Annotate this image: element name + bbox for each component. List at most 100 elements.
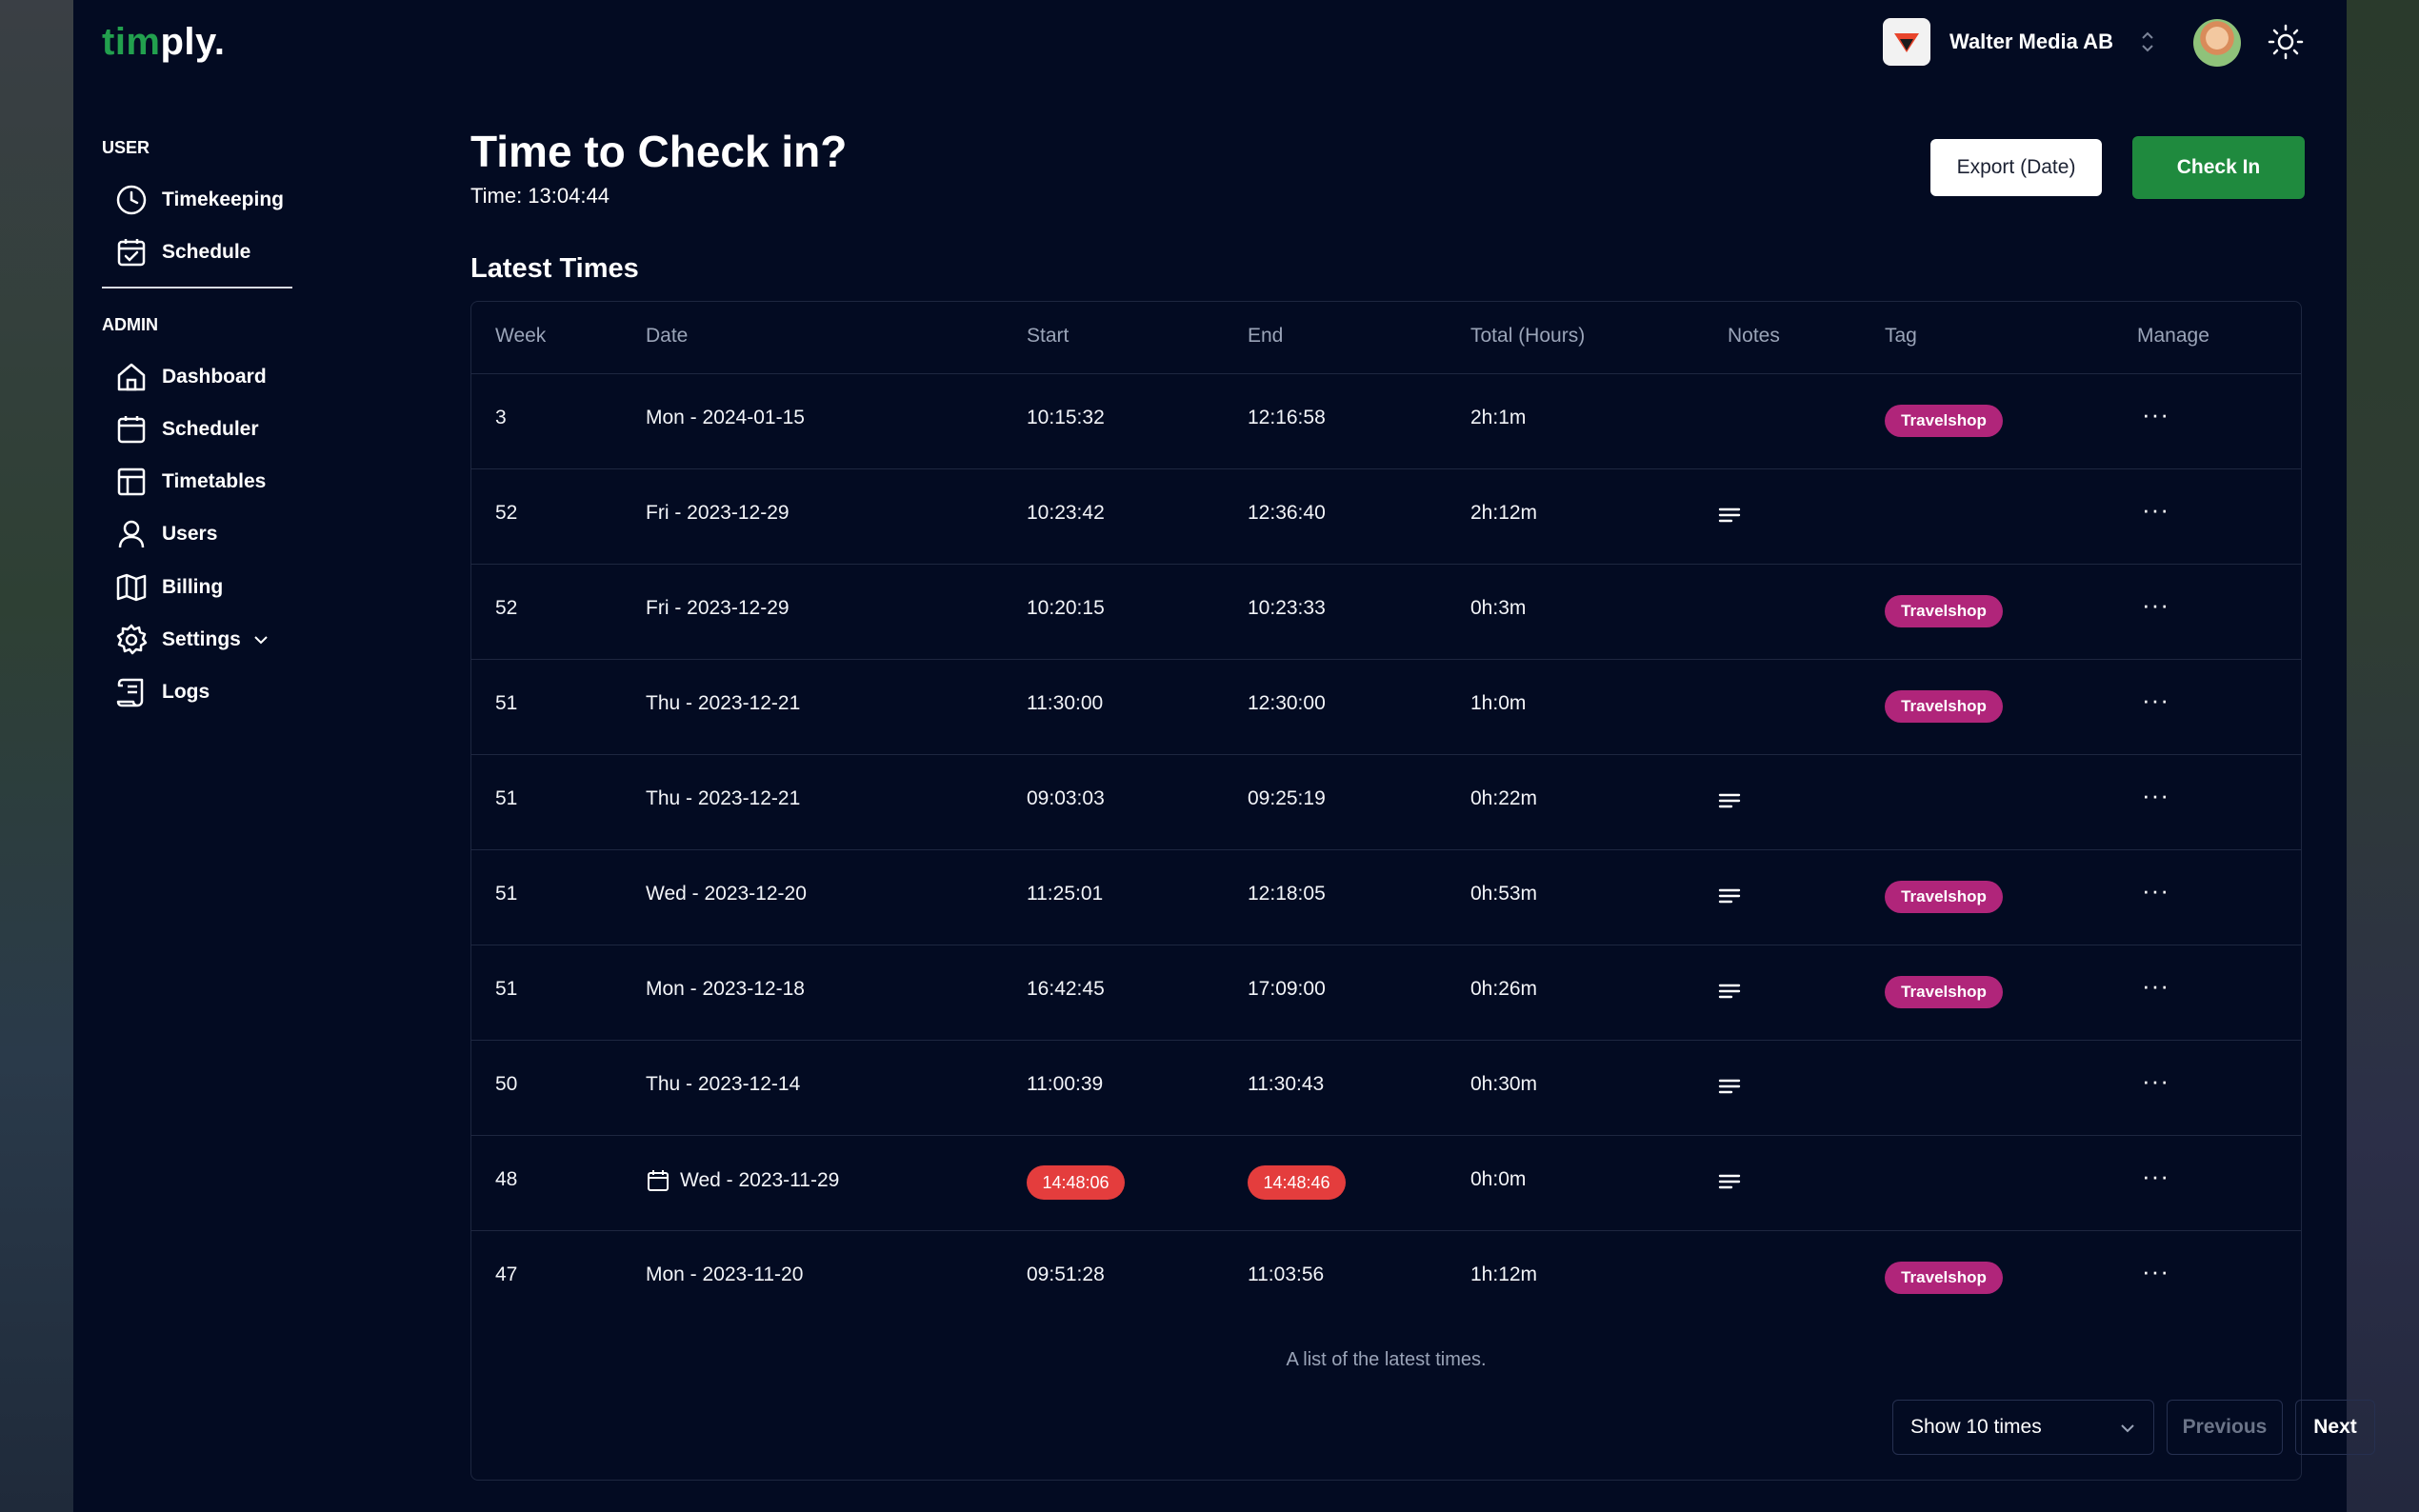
cell-week: 47 bbox=[495, 1263, 518, 1285]
scroll-icon bbox=[116, 678, 144, 707]
header-notes: Notes bbox=[1728, 325, 1780, 347]
notes-icon[interactable] bbox=[1717, 788, 1742, 813]
notes-icon[interactable] bbox=[1717, 979, 1742, 1004]
cell-date: Thu - 2023-12-21 bbox=[646, 787, 801, 809]
notes-icon[interactable] bbox=[1717, 884, 1742, 908]
sidebar-item-timekeeping[interactable]: Timekeeping bbox=[114, 180, 284, 220]
header-date: Date bbox=[646, 325, 689, 347]
cell-total: 1h:0m bbox=[1470, 692, 1527, 714]
tag-badge: Travelshop bbox=[1885, 1262, 2003, 1294]
sidebar-item-settings[interactable]: Settings bbox=[114, 620, 271, 660]
more-options-icon[interactable]: ··· bbox=[2142, 781, 2169, 810]
more-options-icon[interactable]: ··· bbox=[2142, 590, 2169, 620]
header-end: End bbox=[1248, 325, 1284, 347]
table-row[interactable]: 3 Mon - 2024-01-15 10:15:32 12:16:58 2h:1m Tr… bbox=[471, 373, 2301, 469]
table-row[interactable]: 50 Thu - 2023-12-14 11:00:39 11:30:43 0h:30m… bbox=[471, 1040, 2301, 1136]
tag-badge: Travelshop bbox=[1885, 881, 2003, 913]
previous-button[interactable]: Previous bbox=[2167, 1400, 2283, 1455]
org-name: Walter Media AB bbox=[1949, 30, 2113, 53]
cell-start: 11:30:00 bbox=[1027, 692, 1104, 714]
gear-icon bbox=[116, 624, 148, 655]
cell-total: 2h:1m bbox=[1470, 407, 1527, 428]
table-row[interactable]: 51 Thu - 2023-12-21 09:03:03 09:25:19 0h:22m… bbox=[471, 754, 2301, 850]
more-options-icon[interactable]: ··· bbox=[2142, 1162, 2169, 1191]
cell-date: Thu - 2023-12-14 bbox=[646, 1073, 801, 1095]
latest-times-table: Week Date Start End Total (Hours) Notes … bbox=[470, 301, 2302, 1481]
cell-total: 0h:0m bbox=[1470, 1168, 1527, 1190]
page-title: Time to Check in? bbox=[470, 127, 848, 176]
table-row[interactable]: 48 Wed - 2023-11-29 14:48:06 14:48:46 0h:0m ·… bbox=[471, 1135, 2301, 1231]
cell-week: 52 bbox=[495, 502, 518, 524]
cell-date: Thu - 2023-12-21 bbox=[646, 692, 801, 714]
cell-end: 12:36:40 bbox=[1248, 502, 1326, 524]
notes-icon[interactable] bbox=[1717, 1074, 1742, 1099]
table-row[interactable]: 51 Wed - 2023-12-20 11:25:01 12:18:05 0h:53m… bbox=[471, 849, 2301, 945]
sidebar-section-admin: ADMIN bbox=[102, 315, 158, 334]
cell-week: 50 bbox=[495, 1073, 518, 1095]
cell-date: Wed - 2023-11-29 bbox=[646, 1168, 839, 1193]
page-size-select[interactable]: Show 10 times bbox=[1892, 1400, 2154, 1455]
export-date-button[interactable]: Export (Date) bbox=[1930, 139, 2102, 196]
cell-week: 51 bbox=[495, 787, 518, 809]
avatar[interactable] bbox=[2193, 19, 2241, 67]
cell-date: Mon - 2023-12-18 bbox=[646, 978, 805, 1000]
tag-badge: Travelshop bbox=[1885, 976, 2003, 1008]
table-row[interactable]: 47 Mon - 2023-11-20 09:51:28 11:03:56 1h:12m… bbox=[471, 1230, 2301, 1325]
table-row[interactable]: 52 Fri - 2023-12-29 10:23:42 12:36:40 2h:12m… bbox=[471, 468, 2301, 565]
tag-badge: Travelshop bbox=[1885, 595, 2003, 627]
sidebar-item-logs[interactable]: Logs bbox=[114, 672, 210, 712]
next-button[interactable]: Next bbox=[2295, 1400, 2375, 1455]
clock-icon bbox=[116, 185, 147, 215]
chevron-down-icon bbox=[2121, 1424, 2134, 1433]
cell-start: 09:51:28 bbox=[1027, 1263, 1105, 1285]
cell-start: 11:00:39 bbox=[1027, 1073, 1104, 1095]
current-time: Time: 13:04:44 bbox=[470, 184, 610, 208]
cell-week: 51 bbox=[495, 978, 518, 1000]
org-logo-icon bbox=[1883, 18, 1930, 66]
sidebar-item-schedule[interactable]: Schedule bbox=[114, 232, 250, 272]
header-manage: Manage bbox=[2137, 325, 2209, 347]
sidebar-item-timetables[interactable]: Timetables bbox=[114, 462, 266, 502]
more-options-icon[interactable]: ··· bbox=[2142, 495, 2169, 525]
sidebar-item-scheduler[interactable]: Scheduler bbox=[114, 409, 259, 449]
app-window: timply. Walter Media AB USER Timekeeping… bbox=[73, 0, 2375, 1512]
calendar-icon bbox=[117, 416, 146, 444]
sidebar-item-billing[interactable]: Billing bbox=[114, 567, 223, 607]
app-logo[interactable]: timply. bbox=[102, 21, 225, 64]
cell-start: 10:20:15 bbox=[1027, 597, 1105, 619]
tag-badge: Travelshop bbox=[1885, 405, 2003, 437]
more-options-icon[interactable]: ··· bbox=[2142, 971, 2169, 1001]
cell-start-badge: 14:48:06 bbox=[1027, 1165, 1125, 1200]
chevron-up-down-icon bbox=[2140, 29, 2155, 55]
more-options-icon[interactable]: ··· bbox=[2142, 400, 2169, 429]
header-start: Start bbox=[1027, 325, 1070, 347]
cell-date: Wed - 2023-12-20 bbox=[646, 883, 807, 905]
cell-total: 0h:26m bbox=[1470, 978, 1538, 1000]
sidebar-item-users[interactable]: Users bbox=[114, 514, 217, 554]
notes-icon[interactable] bbox=[1717, 503, 1742, 527]
more-options-icon[interactable]: ··· bbox=[2142, 1066, 2169, 1096]
cell-end: 12:30:00 bbox=[1248, 692, 1326, 714]
user-icon bbox=[118, 520, 145, 548]
more-options-icon[interactable]: ··· bbox=[2142, 686, 2169, 715]
check-in-button[interactable]: Check In bbox=[2132, 136, 2305, 199]
more-options-icon[interactable]: ··· bbox=[2142, 876, 2169, 905]
cell-week: 3 bbox=[495, 407, 507, 428]
section-title: Latest Times bbox=[470, 253, 639, 284]
cell-end-badge: 14:48:46 bbox=[1248, 1165, 1346, 1200]
notes-icon[interactable] bbox=[1717, 1169, 1742, 1194]
cell-total: 0h:22m bbox=[1470, 787, 1538, 809]
home-icon bbox=[117, 363, 146, 391]
org-switcher[interactable]: Walter Media AB bbox=[1883, 17, 2155, 67]
more-options-icon[interactable]: ··· bbox=[2142, 1257, 2169, 1286]
sun-icon[interactable] bbox=[2267, 23, 2305, 61]
sidebar-item-dashboard[interactable]: Dashboard bbox=[114, 357, 267, 397]
table-row[interactable]: 52 Fri - 2023-12-29 10:20:15 10:23:33 0h:3m T… bbox=[471, 564, 2301, 660]
cell-total: 0h:30m bbox=[1470, 1073, 1538, 1095]
table-header: Week Date Start End Total (Hours) Notes … bbox=[471, 302, 2301, 374]
cell-end: 11:30:43 bbox=[1248, 1073, 1325, 1095]
cell-week: 51 bbox=[495, 692, 518, 714]
table-row[interactable]: 51 Mon - 2023-12-18 16:42:45 17:09:00 0h:26m… bbox=[471, 945, 2301, 1041]
table-row[interactable]: 51 Thu - 2023-12-21 11:30:00 12:30:00 1h:0m T… bbox=[471, 659, 2301, 755]
cell-start: 10:15:32 bbox=[1027, 407, 1105, 428]
